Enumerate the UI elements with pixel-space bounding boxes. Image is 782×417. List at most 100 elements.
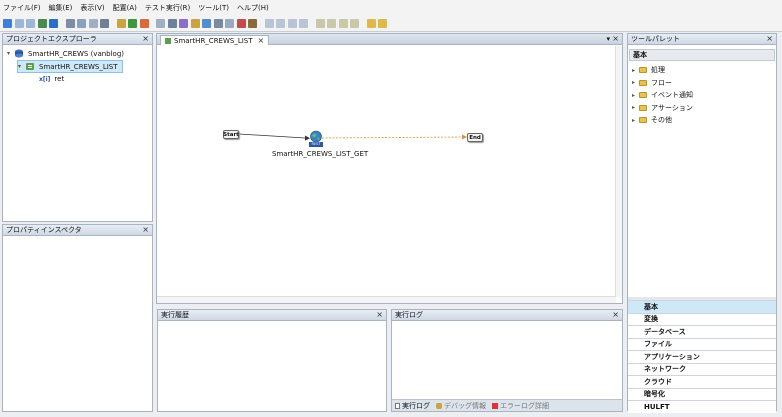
menu-help[interactable]: ヘルプ(H) bbox=[237, 3, 269, 13]
toolbar-button-icon[interactable] bbox=[190, 18, 200, 28]
log-subtab-label: 実行ログ bbox=[402, 401, 430, 410]
vertical-scrollbar[interactable] bbox=[615, 46, 622, 297]
palette-category[interactable]: ネットワーク bbox=[628, 362, 776, 375]
palette-item[interactable]: ▸ 処理 bbox=[632, 65, 665, 75]
end-node[interactable]: End bbox=[467, 133, 483, 142]
log-subtab-error[interactable]: エラーログ詳細 bbox=[492, 401, 549, 411]
flow-connections bbox=[238, 133, 467, 141]
toolbar-button-icon[interactable] bbox=[338, 18, 348, 28]
toolbar-button-icon[interactable] bbox=[14, 18, 24, 28]
horizontal-scrollbar[interactable] bbox=[157, 296, 616, 303]
view-menu-icon[interactable]: ▾ bbox=[606, 35, 610, 43]
toolbar-button-icon[interactable] bbox=[213, 18, 223, 28]
variable-icon: x[i] bbox=[39, 75, 51, 83]
close-icon[interactable]: × bbox=[612, 35, 619, 43]
flow-link-start bbox=[238, 133, 306, 139]
toolbar-button-icon[interactable] bbox=[299, 18, 308, 28]
palette-category[interactable]: 変換 bbox=[628, 312, 776, 325]
menu-arrange[interactable]: 配置(A) bbox=[113, 3, 137, 13]
close-icon[interactable]: × bbox=[142, 35, 149, 43]
toolbar-button-icon[interactable] bbox=[327, 18, 336, 28]
flow-link-end bbox=[321, 136, 464, 139]
palette-category[interactable]: 暗号化 bbox=[628, 387, 776, 400]
editor-tab-label: SmartHR_CREWS_LIST bbox=[174, 36, 253, 45]
palette-category[interactable]: HULFT bbox=[628, 400, 776, 413]
toolbar-button-icon[interactable] bbox=[26, 18, 35, 28]
close-icon[interactable]: × bbox=[376, 311, 383, 319]
chevron-right-icon[interactable]: ▸ bbox=[632, 117, 639, 124]
toolbar-button-icon[interactable] bbox=[225, 18, 234, 28]
toolbar-button-icon[interactable] bbox=[100, 18, 109, 28]
toolbar-button-icon[interactable] bbox=[156, 18, 165, 28]
toolbar-button-icon[interactable] bbox=[366, 18, 376, 28]
toolbar-button-icon[interactable] bbox=[3, 18, 12, 28]
log-subtab-label: エラーログ詳細 bbox=[500, 401, 549, 410]
menu-file[interactable]: ファイル(F) bbox=[3, 3, 41, 13]
close-icon[interactable]: × bbox=[142, 226, 149, 234]
toolbar-button-icon[interactable] bbox=[276, 18, 285, 28]
toolbar-button-icon[interactable] bbox=[116, 18, 126, 28]
toolbar-button-icon[interactable] bbox=[88, 18, 98, 28]
close-icon[interactable]: × bbox=[258, 36, 265, 45]
editor-tab[interactable]: SmartHR_CREWS_LIST × bbox=[160, 35, 270, 45]
chevron-right-icon[interactable]: ▸ bbox=[632, 104, 639, 111]
palette-category[interactable]: クラウド bbox=[628, 375, 776, 388]
rest-component[interactable]: REST bbox=[309, 130, 323, 148]
palette-item[interactable]: ▸ アサーション bbox=[632, 103, 693, 113]
toolbar-button-icon[interactable] bbox=[77, 18, 86, 28]
log-subtab-bar: 実行ログ デバッグ情報 エラーログ詳細 bbox=[392, 399, 622, 411]
log-subtab-execution[interactable]: 実行ログ bbox=[395, 401, 430, 411]
execution-log-title-bar: 実行ログ × bbox=[392, 310, 622, 321]
palette-item[interactable]: ▸ イベント通知 bbox=[632, 90, 693, 100]
palette-category[interactable]: ファイル bbox=[628, 337, 776, 350]
script-tab-icon bbox=[165, 37, 171, 44]
close-icon[interactable]: × bbox=[766, 35, 773, 43]
toolbar-button-icon[interactable] bbox=[167, 18, 177, 28]
chevron-right-icon[interactable]: ▸ bbox=[632, 67, 639, 74]
palette-category[interactable]: データベース bbox=[628, 325, 776, 338]
toolbar-button-icon[interactable] bbox=[315, 18, 325, 28]
toolbar-button-icon[interactable] bbox=[378, 18, 387, 28]
toolbar-button-icon[interactable] bbox=[287, 18, 297, 28]
folder-icon bbox=[639, 104, 647, 111]
tree-item-project-label: SmartHR_CREWS (vanblog) bbox=[28, 49, 125, 58]
palette-item[interactable]: ▸ フロー bbox=[632, 78, 672, 88]
toolbar-button-icon[interactable] bbox=[264, 18, 274, 28]
chevron-down-icon[interactable]: ▾ bbox=[7, 50, 14, 57]
close-icon[interactable]: × bbox=[612, 311, 619, 319]
flow-canvas[interactable]: Start End REST SmartHR_CREWS_LIST_GET bbox=[157, 46, 616, 297]
chevron-down-icon[interactable]: ▾ bbox=[18, 63, 25, 70]
toolbar-button-icon[interactable] bbox=[128, 18, 137, 28]
menu-edit[interactable]: 編集(E) bbox=[49, 3, 73, 13]
folder-icon bbox=[639, 92, 647, 98]
chevron-right-icon[interactable]: ▸ bbox=[632, 92, 639, 99]
toolbar-button-icon[interactable] bbox=[139, 18, 149, 28]
chevron-right-icon[interactable]: ▸ bbox=[632, 79, 639, 86]
menu-tools[interactable]: ツール(T) bbox=[198, 3, 229, 13]
tree-item-project[interactable]: ▾ SmartHR_CREWS (vanblog) bbox=[7, 49, 124, 58]
toolbar-button-icon[interactable] bbox=[350, 18, 359, 28]
tree-item-variable-label: ret bbox=[54, 75, 65, 83]
tree-item-script[interactable]: ▾ SmartHR_CREWS_LIST bbox=[17, 60, 123, 73]
toolbar-button-icon[interactable] bbox=[202, 18, 211, 28]
project-explorer-panel: プロジェクトエクスプローラ × ▾ SmartHR_CREWS (vanblog… bbox=[2, 33, 153, 222]
start-node[interactable]: Start bbox=[223, 130, 239, 139]
toolbar-button-icon[interactable] bbox=[37, 18, 47, 28]
palette-item-label: アサーション bbox=[651, 103, 693, 112]
execution-history-title-bar: 実行履歴 × bbox=[158, 310, 386, 321]
toolbar-button-icon[interactable] bbox=[179, 18, 188, 28]
palette-item-label: その他 bbox=[651, 116, 672, 124]
toolbar-button-icon[interactable] bbox=[236, 18, 246, 28]
toolbar-button-icon[interactable] bbox=[248, 18, 257, 28]
menu-bar: ファイル(F) 編集(E) 表示(V) 配置(A) テスト実行(R) ツール(T… bbox=[0, 0, 782, 15]
log-subtab-debug[interactable]: デバッグ情報 bbox=[436, 401, 486, 411]
palette-item[interactable]: ▸ その他 bbox=[632, 115, 672, 125]
toolbar-button-icon[interactable] bbox=[65, 18, 75, 28]
tree-item-variable[interactable]: x[i] ret bbox=[39, 75, 64, 83]
toolbar-button-icon[interactable] bbox=[49, 18, 58, 28]
menu-view[interactable]: 表示(V) bbox=[80, 3, 104, 13]
palette-category[interactable]: 基本 bbox=[628, 300, 776, 313]
menu-test-run[interactable]: テスト実行(R) bbox=[145, 3, 190, 13]
execution-log-title: 実行ログ bbox=[395, 311, 423, 319]
palette-category[interactable]: アプリケーション bbox=[628, 350, 776, 363]
